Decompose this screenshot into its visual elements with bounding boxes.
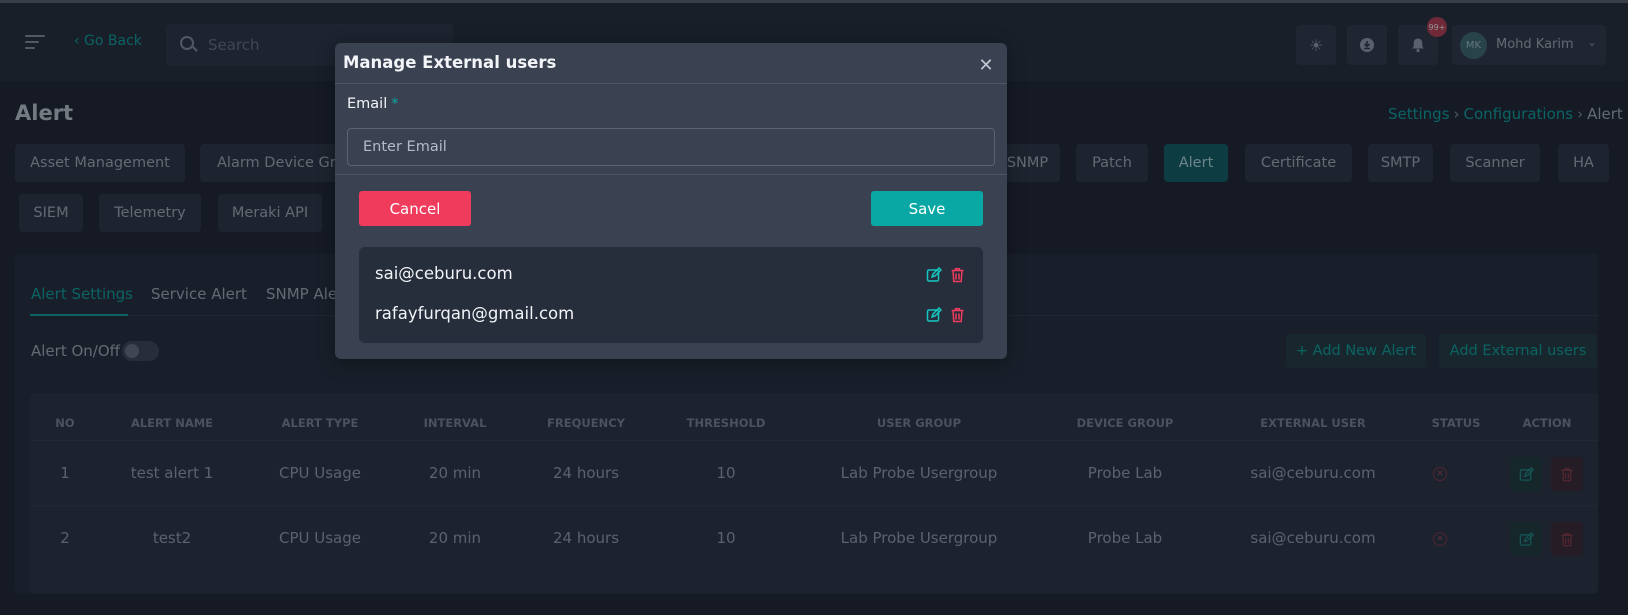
edit-user-button[interactable] [926,266,943,283]
modal-header-divider [335,83,1007,84]
modal-title: Manage External users [343,53,557,72]
trash-icon [951,308,964,323]
delete-user-button[interactable] [950,267,966,283]
edit-icon [926,266,943,282]
email-field-label: Email * [347,96,399,112]
manage-external-users-modal: Manage External users ✕ Email* Cancel Sa… [335,43,1007,359]
edit-user-button[interactable] [926,306,943,323]
required-asterisk: * [391,96,399,112]
delete-user-button[interactable] [950,307,966,323]
close-icon[interactable]: ✕ [977,57,995,75]
external-user-email: sai@ceburu.com [375,264,513,283]
edit-icon [926,306,943,322]
modal-body-divider [335,174,1007,175]
external-users-list: sai@ceburu.com rafayfurqan@gmail.com [359,247,983,343]
cancel-button[interactable]: Cancel [359,191,471,226]
external-user-email: rafayfurqan@gmail.com [375,304,575,323]
trash-icon [951,268,964,283]
save-button[interactable]: Save [871,191,983,226]
email-field[interactable] [347,128,995,166]
